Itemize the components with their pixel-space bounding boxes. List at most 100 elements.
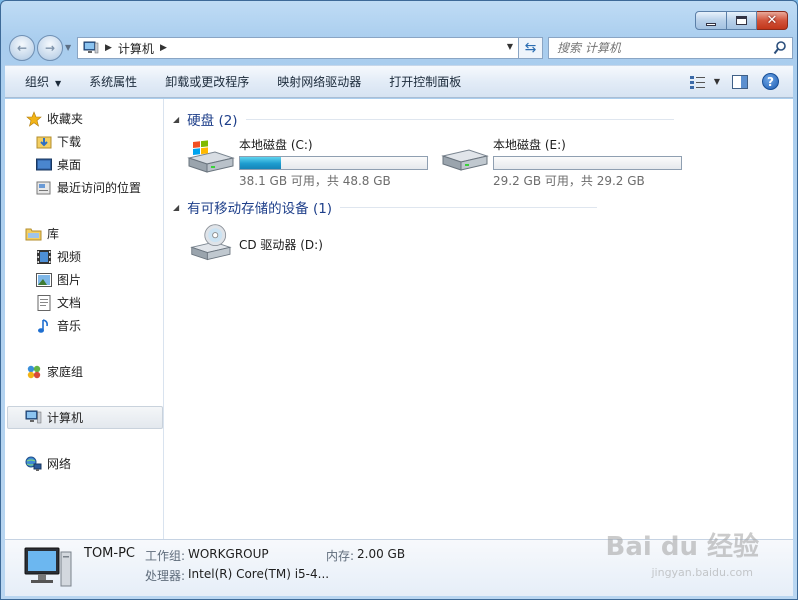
sidebar-item-label: 家庭组 [47,365,84,379]
organize-label: 组织 [25,75,50,89]
sidebar-item-label: 桌面 [57,158,82,172]
video-icon [35,249,52,265]
memory-value: 2.00 GB [357,547,406,561]
map-network-drive-button[interactable]: 映射网络驱动器 [263,73,375,90]
search-box[interactable] [548,37,793,59]
hard-drive-icon [441,149,489,171]
breadcrumb-separator[interactable]: ▶ [105,43,112,53]
sidebar-item-computer[interactable]: 计算机 [25,409,83,426]
close-button[interactable]: ✕ [757,11,788,30]
sidebar-item-pictures[interactable]: 图片 [35,271,81,288]
group-header-removable[interactable]: ◢ 有可移动存储的设备 (1) [173,197,598,217]
search-icon [773,41,786,55]
recent-places-icon [35,180,52,196]
chevron-down-icon: ▼ [713,77,720,86]
sidebar-item-libraries[interactable]: 库 [25,225,59,242]
homegroup-icon [25,364,42,380]
collapse-triangle-icon: ◢ [173,114,180,124]
computer-icon [24,547,72,587]
open-control-panel-button[interactable]: 打开控制面板 [375,73,475,90]
free-space-text: 38.1 GB 可用，共 48.8 GB [239,174,391,188]
navigation-pane: 收藏夹 下载 桌面 最近访问的位置 库 视频 图片 文档 音乐 家庭组 计算机 … [5,99,164,539]
pictures-icon [35,272,52,288]
sidebar-item-label: 库 [47,227,60,241]
group-divider [340,206,598,208]
drive-info: 本地磁盘 (E:) 29.2 GB 可用，共 29.2 GB [493,136,682,189]
sidebar-item-label: 视频 [57,250,82,264]
workgroup-value: WORKGROUP [188,547,269,561]
refresh-button[interactable]: ⇆ [519,37,543,59]
address-history-dropdown[interactable]: ▼ [507,42,513,51]
uninstall-program-button[interactable]: 卸载或更改程序 [151,73,263,90]
downloads-folder-icon [35,134,52,150]
capacity-bar [493,156,682,170]
sidebar-item-documents[interactable]: 文档 [35,294,81,311]
back-button[interactable]: ← [9,35,35,61]
content-view: ◢ 硬盘 (2) 本地磁盘 (C:) 38.1 GB 可用，共 48.8 GB … [165,99,793,539]
maximize-icon [736,16,747,25]
computer-icon [25,410,42,426]
sidebar-item-downloads[interactable]: 下载 [35,133,81,150]
explorer-window: ✕ ← → ▼ ▶ 计算机 ▶ ▼ ⇆ 组织▼ 系统属 [0,0,798,600]
drive-name: 本地磁盘 (C:) [239,138,313,152]
view-tools: ▼ ? [689,73,779,90]
drive-c[interactable]: 本地磁盘 (C:) 38.1 GB 可用，共 48.8 GB [185,136,428,189]
organize-menu[interactable]: 组织 ▼ [5,73,75,90]
forward-arrow-icon: → [44,41,56,55]
cd-drive-icon [190,224,232,261]
group-divider [245,118,674,120]
system-properties-button[interactable]: 系统属性 [75,73,151,90]
sidebar-item-label: 音乐 [57,319,82,333]
processor-value: Intel(R) Core(TM) i5-4... [188,567,330,581]
breadcrumb-computer[interactable]: 计算机 [118,40,154,57]
change-view-button[interactable]: ▼ [689,75,720,89]
breadcrumb-separator[interactable]: ▶ [160,43,167,53]
sidebar-item-label: 最近访问的位置 [57,181,142,195]
sidebar-item-label: 下载 [57,135,82,149]
capacity-fill [240,157,282,169]
sidebar-item-music[interactable]: 音乐 [35,317,81,334]
maximize-button[interactable] [727,11,757,30]
minimize-button[interactable] [695,11,727,30]
search-input[interactable] [557,41,772,55]
main-pane: 收藏夹 下载 桌面 最近访问的位置 库 视频 图片 文档 音乐 家庭组 计算机 … [5,99,793,539]
drive-info: 本地磁盘 (C:) 38.1 GB 可用，共 48.8 GB [239,136,428,189]
command-bar: 组织 ▼ 系统属性 卸载或更改程序 映射网络驱动器 打开控制面板 ▼ ? [5,65,793,98]
recent-pages-dropdown[interactable]: ▼ [65,43,71,52]
sidebar-item-label: 文档 [57,296,82,310]
network-icon [25,456,42,472]
watermark-url: jingyan.baidu.com [651,566,753,579]
collapse-triangle-icon: ◢ [173,202,180,212]
sidebar-item-favorites[interactable]: 收藏夹 [25,110,83,127]
memory-label: 内存: [326,549,355,563]
sidebar-item-label: 收藏夹 [47,112,84,126]
windows-drive-icon [187,140,235,173]
free-space-text: 29.2 GB 可用，共 29.2 GB [493,174,645,188]
computer-icon [83,41,99,54]
back-arrow-icon: ← [16,41,28,55]
sidebar-item-desktop[interactable]: 桌面 [35,156,81,173]
address-bar[interactable]: ▶ 计算机 ▶ ▼ [77,37,519,59]
sidebar-item-homegroup[interactable]: 家庭组 [25,363,83,380]
sidebar-item-network[interactable]: 网络 [25,455,71,472]
minimize-icon [706,22,716,26]
drive-name: 本地磁盘 (E:) [493,138,566,152]
drive-name: CD 驱动器 (D:) [239,238,323,252]
drive-d[interactable]: CD 驱动器 (D:) [185,223,323,263]
baidu-watermark: Bai du 经验 [605,532,760,562]
close-icon: ✕ [766,13,778,28]
caption-buttons: ✕ [695,11,788,30]
drive-info: CD 驱动器 (D:) [239,223,323,263]
sidebar-item-videos[interactable]: 视频 [35,248,81,265]
music-icon [35,318,52,334]
forward-button[interactable]: → [37,35,63,61]
group-title: 硬盘 (2) [187,113,238,129]
desktop-icon [35,157,52,173]
processor-label: 处理器: [145,569,186,583]
drive-e[interactable]: 本地磁盘 (E:) 29.2 GB 可用，共 29.2 GB [439,136,682,189]
group-header-hard-disks[interactable]: ◢ 硬盘 (2) [173,109,674,129]
sidebar-item-recent-places[interactable]: 最近访问的位置 [35,179,141,196]
preview-pane-icon[interactable] [732,74,748,89]
help-button[interactable]: ? [762,73,779,90]
star-icon [25,110,42,127]
